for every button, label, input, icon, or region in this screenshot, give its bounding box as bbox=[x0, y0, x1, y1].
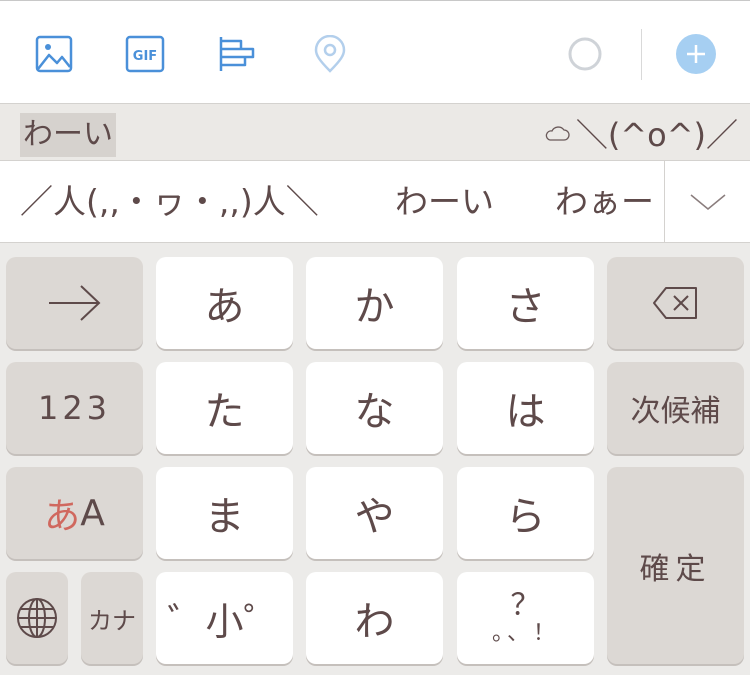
key-label: な bbox=[354, 389, 395, 435]
key-label: は bbox=[505, 389, 546, 435]
image-icon[interactable] bbox=[34, 34, 74, 74]
key-label: や bbox=[354, 494, 395, 540]
key-sa[interactable]: さ bbox=[457, 257, 594, 349]
key-label: さ bbox=[505, 284, 546, 330]
key-label: か bbox=[354, 284, 395, 330]
location-icon[interactable] bbox=[310, 34, 350, 74]
add-tweet-button[interactable] bbox=[676, 34, 716, 74]
question-mark-label: ？ bbox=[510, 588, 541, 623]
toolbar-divider bbox=[641, 29, 642, 80]
kana-mode-label: あ bbox=[44, 496, 81, 537]
key-ya[interactable]: や bbox=[306, 467, 443, 559]
input-mode-key[interactable]: あA bbox=[6, 467, 143, 559]
next-candidate-key[interactable]: 次候補 bbox=[607, 362, 744, 454]
flick-keyboard: あ か さ 123 た な は 次候補 あA ま や ら 確定 カナ ゛小゜ わ… bbox=[0, 243, 750, 675]
poll-icon[interactable] bbox=[217, 34, 257, 74]
key-label: 確定 bbox=[639, 551, 712, 587]
key-ra[interactable]: ら bbox=[457, 467, 594, 559]
kaomoji-suggestion[interactable]: ＼(^o^)／ bbox=[544, 110, 738, 156]
key-label: わ bbox=[354, 599, 395, 645]
key-label: た bbox=[204, 389, 245, 435]
character-counter-icon bbox=[565, 34, 605, 74]
key-label: あ bbox=[204, 284, 245, 330]
candidate-item[interactable]: わーい bbox=[395, 161, 494, 243]
cursor-right-key[interactable] bbox=[6, 257, 143, 349]
compose-toolbar: GIF bbox=[0, 0, 750, 104]
gif-icon[interactable]: GIF bbox=[125, 34, 165, 74]
key-wa[interactable]: わ bbox=[306, 572, 443, 664]
candidate-item[interactable]: ／人(,,・ヮ・,,)人＼ bbox=[20, 161, 319, 243]
backspace-icon bbox=[652, 287, 697, 319]
candidate-bar: ／人(,,・ヮ・,,)人＼ わーい わぁー bbox=[0, 161, 750, 243]
globe-icon bbox=[17, 598, 57, 638]
key-label: 次候補 bbox=[630, 394, 721, 429]
key-ta[interactable]: た bbox=[156, 362, 293, 454]
key-a[interactable]: あ bbox=[156, 257, 293, 349]
cloud-icon bbox=[545, 126, 570, 141]
delete-key[interactable] bbox=[607, 257, 744, 349]
punctuation-label: 。、！ bbox=[491, 621, 559, 646]
key-na[interactable]: な bbox=[306, 362, 443, 454]
key-ka[interactable]: か bbox=[306, 257, 443, 349]
composing-text: わーい bbox=[20, 113, 116, 157]
key-label: ゛小゜ bbox=[167, 599, 282, 644]
numbers-key[interactable]: 123 bbox=[6, 362, 143, 454]
katakana-key[interactable]: カナ bbox=[81, 572, 143, 664]
candidate-item[interactable]: わぁー bbox=[555, 161, 654, 243]
composing-bar: わーい ＼(^o^)／ bbox=[0, 104, 750, 161]
globe-key[interactable] bbox=[6, 572, 68, 664]
arrow-right-icon bbox=[48, 285, 100, 321]
dakuten-small-key[interactable]: ゛小゜ bbox=[156, 572, 293, 664]
key-ma[interactable]: ま bbox=[156, 467, 293, 559]
key-label: 123 bbox=[37, 389, 112, 427]
key-label: カナ bbox=[88, 606, 136, 635]
latin-mode-label: A bbox=[80, 492, 105, 534]
confirm-key[interactable]: 確定 bbox=[607, 467, 744, 664]
kaomoji-text: ＼(^o^)／ bbox=[575, 116, 738, 154]
chevron-down-icon bbox=[690, 194, 725, 210]
svg-text:GIF: GIF bbox=[133, 49, 157, 64]
key-label: ま bbox=[204, 494, 245, 540]
key-label: ら bbox=[505, 494, 546, 540]
punctuation-key[interactable]: ？ 。、！ bbox=[457, 572, 594, 664]
expand-candidates-button[interactable] bbox=[664, 161, 750, 243]
key-ha[interactable]: は bbox=[457, 362, 594, 454]
